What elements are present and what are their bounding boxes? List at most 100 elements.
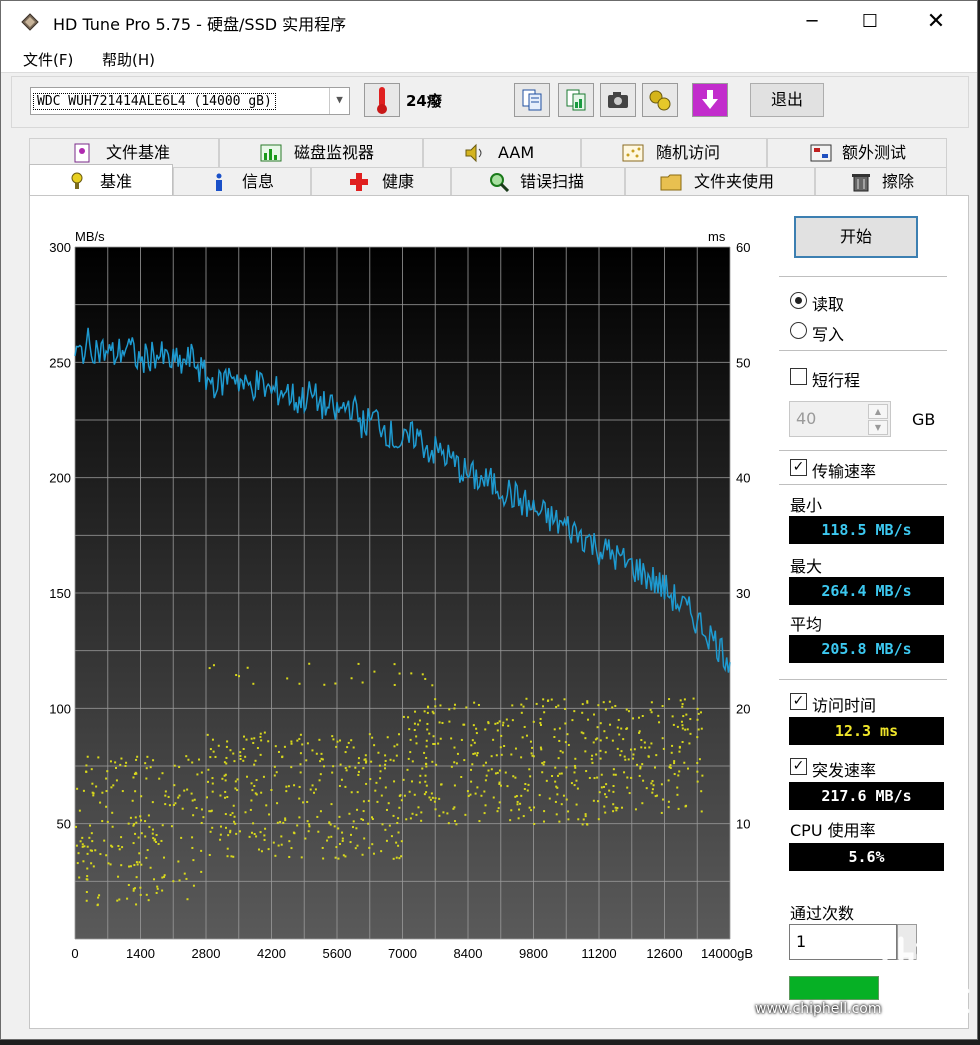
access-time-point [89,824,92,827]
access-time-point [428,796,431,799]
access-time-point [105,854,108,857]
access-time-point [224,826,227,829]
access-time-point [139,893,142,896]
access-time-point [109,760,112,763]
access-time-checkbox[interactable]: ✓ [790,693,807,710]
access-time-point [379,777,382,780]
access-time-point [472,752,475,755]
copy-image-icon[interactable] [558,83,594,117]
access-time-point [638,731,641,734]
tab-aam[interactable]: AAM [423,138,581,167]
access-time-point [81,843,84,846]
access-time-point [226,847,229,850]
exit-button[interactable]: 退出 [750,83,824,117]
access-time-point [673,762,676,765]
tab-disk-monitor[interactable]: 磁盘监视器 [219,138,423,167]
access-time-point [611,739,614,742]
drive-select[interactable]: WDC WUH721414ALE6L4 (14000 gB) ▼ [30,87,350,115]
access-time-point [614,773,617,776]
access-time-point [227,834,230,837]
x-tick-label: 12600 [646,946,682,961]
close-button[interactable]: ✕ [903,1,969,43]
access-time-point [164,803,167,806]
minimize-button[interactable]: ─ [779,1,845,43]
access-time-point [420,811,423,814]
access-time-point [647,755,650,758]
access-time-point [146,755,149,758]
tab-extra-tests[interactable]: 额外测试 [767,138,947,167]
access-time-point [226,740,229,743]
access-time-point [75,844,78,847]
tab-file-benchmark[interactable]: 文件基准 [29,138,219,167]
access-time-point [604,708,607,711]
access-time-point [362,810,365,813]
access-time-point [560,772,563,775]
access-time-point [356,844,359,847]
burst-rate-checkbox[interactable]: ✓ [790,758,807,775]
access-time-point [239,754,242,757]
transfer-rate-checkbox[interactable]: ✓ [790,459,807,476]
access-time-point [542,698,545,701]
tab-error-scan[interactable]: 错误扫描 [451,167,625,196]
avg-value: 205.8 MB/s [789,635,944,663]
access-time-point [232,855,235,858]
access-time-point [163,875,166,878]
access-time-point [386,736,389,739]
spin-up-icon[interactable]: ▲ [868,404,888,419]
access-time-point [678,770,681,773]
access-time-point [280,843,283,846]
access-time-point [511,719,514,722]
access-time-point [600,773,603,776]
access-time-point [138,852,141,855]
access-time-point [384,786,387,789]
tab-info[interactable]: 信息 [173,167,311,196]
copy-text-icon[interactable] [514,83,550,117]
short-stroke-spinner[interactable]: 40 ▲ ▼ [789,401,891,437]
access-time-point [453,784,456,787]
access-time-point [447,822,450,825]
window-title: HD Tune Pro 5.75 - 硬盘/SSD 实用程序 [53,15,347,34]
tab-folder-usage[interactable]: 文件夹使用 [625,167,815,196]
access-time-point [543,810,546,813]
start-button[interactable]: 开始 [794,216,918,258]
access-time-point [395,754,398,757]
access-time-point [432,735,435,738]
tab-health[interactable]: 健康 [311,167,451,196]
options-icon[interactable] [642,83,678,117]
access-time-point [624,758,627,761]
tab-erase[interactable]: 擦除 [815,167,947,196]
access-time-point [211,782,214,785]
access-time-point [614,806,617,809]
title-bar: HD Tune Pro 5.75 - 硬盘/SSD 实用程序 ─ ☐ ✕ [1,1,977,43]
menu-file[interactable]: 文件(F) [23,49,73,70]
access-time-point [465,706,468,709]
spin-down-icon[interactable]: ▼ [868,420,888,435]
access-time-point [335,745,338,748]
write-radio[interactable] [790,322,807,339]
access-time-point [279,820,282,823]
tab-benchmark[interactable]: 基准 [29,164,173,196]
access-time-point [172,804,175,807]
access-time-point [424,677,427,680]
access-time-point [178,766,181,769]
menu-help[interactable]: 帮助(H) [102,49,155,70]
short-stroke-checkbox[interactable] [790,368,807,385]
access-time-point [229,749,232,752]
chevron-down-icon[interactable]: ▼ [329,88,349,114]
access-time-point [425,756,428,759]
access-time-point [499,784,502,787]
save-down-icon[interactable] [692,83,728,117]
access-time-point [255,779,258,782]
access-time-point [299,752,302,755]
tab-random-access[interactable]: 随机访问 [581,138,767,167]
access-time-point [226,796,229,799]
camera-icon[interactable] [600,83,636,117]
maximize-button[interactable]: ☐ [837,1,903,43]
access-time-point [562,794,565,797]
access-time-point [426,728,429,731]
access-time-point [474,792,477,795]
access-time-point [225,745,228,748]
access-time-point [344,785,347,788]
y-tick-label: 100 [49,701,71,716]
read-radio[interactable] [790,292,807,309]
